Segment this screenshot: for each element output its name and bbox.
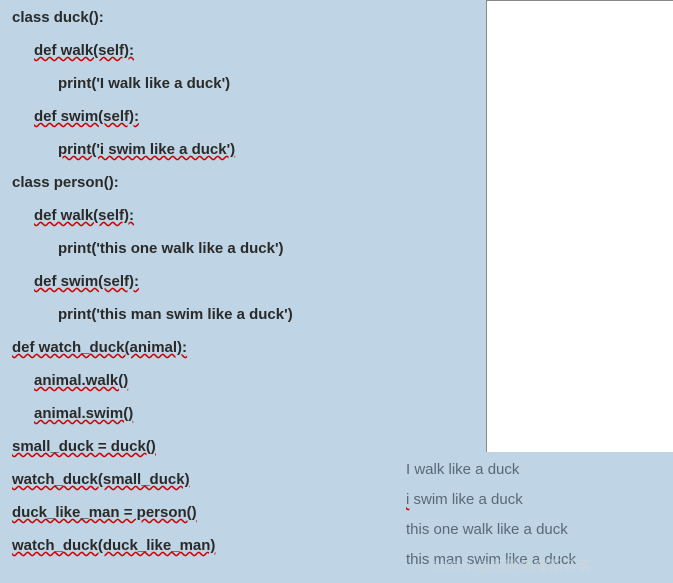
code-text: def swim(self): [34,273,139,290]
code-line: print('I walk like a duck') [12,76,482,91]
watermark-text: CSDN @横明地哩斯芬客 [430,556,592,576]
code-text: print('I walk like a duck') [58,75,230,92]
code-text: class person(): [12,174,119,191]
code-line: def walk(self): [12,43,482,58]
code-text: def walk(self): [34,42,134,59]
code-text: watch_duck(duck_like_man) [12,537,215,554]
code-text: duck_like_man = person() [12,504,197,521]
code-text: def swim(self): [34,108,139,125]
code-text: print('this man swim like a duck') [58,306,293,323]
code-line: def walk(self): [12,208,482,223]
output-text: swim like a duck [414,491,523,508]
code-line: print('this man swim like a duck') [12,307,482,322]
output-console-bg [486,0,673,452]
code-line: def watch_duck(animal): [12,340,482,355]
code-line: animal.swim() [12,406,482,421]
code-line: def swim(self): [12,109,482,124]
code-text: small_duck = duck() [12,438,156,455]
code-text: print('this one walk like a duck') [58,240,284,257]
code-line: animal.walk() [12,373,482,388]
code-text: print('i swim like a duck') [58,141,235,158]
code-text: watch_duck(small_duck) [12,471,190,488]
code-line: print('i swim like a duck') [12,142,482,157]
code-line: print('this one walk like a duck') [12,241,482,256]
code-line: def swim(self): [12,274,482,289]
output-line: i swim like a duck [406,492,576,507]
code-text: animal.swim() [34,405,133,422]
output-line: I walk like a duck [406,462,576,477]
output-line: this one walk like a duck [406,522,576,537]
code-line: small_duck = duck() [12,439,482,454]
code-line: class person(): [12,175,482,190]
code-text: class duck(): [12,9,104,26]
code-text: animal.walk() [34,372,128,389]
code-text: def walk(self): [34,207,134,224]
code-text: def watch_duck(animal): [12,339,187,356]
code-line: class duck(): [12,10,482,25]
